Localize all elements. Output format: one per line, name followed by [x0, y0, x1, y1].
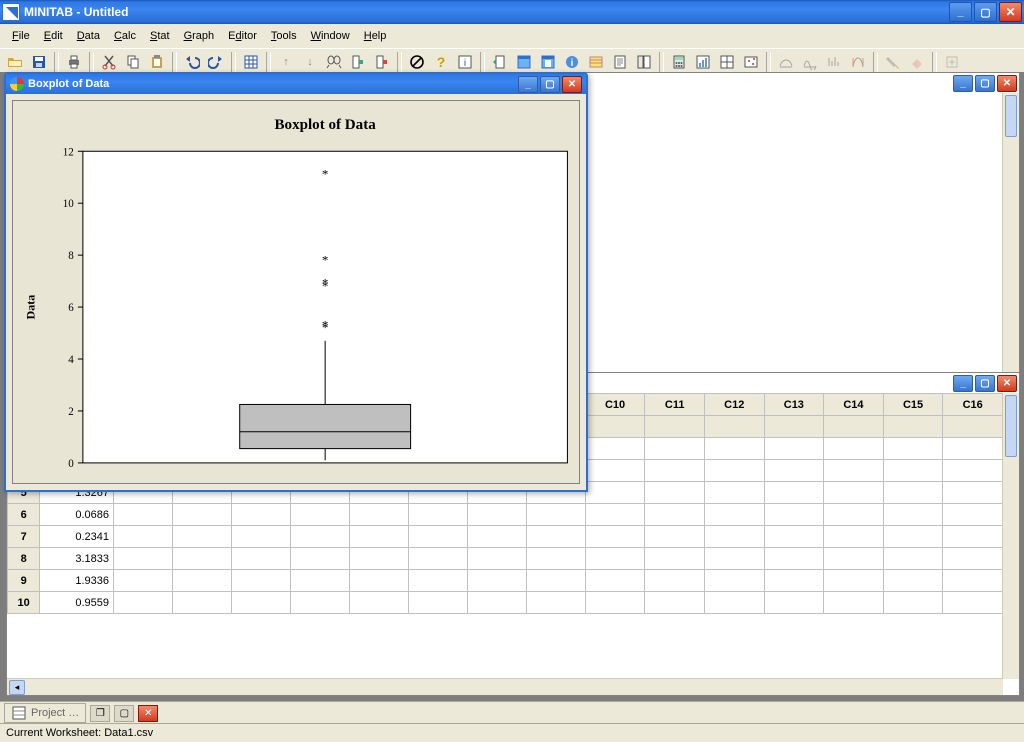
- svg-text:*: *: [322, 317, 329, 332]
- redo-icon[interactable]: [205, 51, 227, 73]
- boxplot-minimize-button[interactable]: _: [518, 76, 538, 93]
- worksheet-close-button[interactable]: ✕: [997, 375, 1017, 392]
- app-icon: [2, 3, 20, 21]
- worksheet-vertical-scrollbar[interactable]: [1002, 393, 1019, 679]
- info-icon[interactable]: i: [454, 51, 476, 73]
- app-window: MINITAB - Untitled _ ▢ ✕ File Edit Data …: [0, 0, 1024, 742]
- info-window-icon[interactable]: i: [561, 51, 583, 73]
- svg-text:8: 8: [68, 250, 74, 262]
- mdi-workspace: _ ▢ ✕ ▸ _ ▢ ✕ C10C11C12C13C14C15C16340.3…: [0, 72, 1024, 702]
- svg-text:10: 10: [63, 198, 75, 210]
- cut-icon[interactable]: [98, 51, 120, 73]
- project-taskbar: Project … ❐ ▢ ✕: [0, 701, 1024, 724]
- open-icon[interactable]: [4, 51, 26, 73]
- menu-window[interactable]: Window: [305, 29, 356, 43]
- next-icon[interactable]: ↓: [299, 51, 321, 73]
- svg-text:*: *: [322, 252, 329, 267]
- cap-icon[interactable]: [847, 51, 869, 73]
- graph-window-icon[interactable]: [692, 51, 714, 73]
- svg-text:2: 2: [68, 406, 74, 418]
- paint-icon[interactable]: [882, 51, 904, 73]
- status-bar: Current Worksheet: Data1.csv: [0, 723, 1024, 742]
- find-icon[interactable]: [323, 51, 345, 73]
- prev-icon[interactable]: ↑: [275, 51, 297, 73]
- svg-text:12: 12: [63, 146, 74, 158]
- worksheet-minimize-button[interactable]: _: [953, 375, 973, 392]
- session-vertical-scrollbar[interactable]: [1002, 93, 1019, 383]
- menu-data[interactable]: Data: [71, 29, 106, 43]
- add-icon[interactable]: [941, 51, 963, 73]
- menu-graph[interactable]: Graph: [178, 29, 221, 43]
- graph-window-icon: [10, 77, 24, 91]
- session-icon[interactable]: [513, 51, 535, 73]
- undo-icon[interactable]: [181, 51, 203, 73]
- print-icon[interactable]: [63, 51, 85, 73]
- project-manager-label: Project …: [31, 707, 79, 719]
- svg-text:4: 4: [68, 354, 74, 366]
- window-title: MINITAB - Untitled: [24, 5, 128, 19]
- menu-file[interactable]: File: [6, 29, 36, 43]
- delete-icon[interactable]: [371, 51, 393, 73]
- session-minimize-button[interactable]: _: [953, 75, 973, 92]
- menu-tools[interactable]: Tools: [265, 29, 303, 43]
- eraser-icon[interactable]: [906, 51, 928, 73]
- boxplot-canvas[interactable]: Boxplot of DataData024681012******: [12, 100, 580, 484]
- worksheet-icon[interactable]: [240, 51, 262, 73]
- menu-help[interactable]: Help: [358, 29, 393, 43]
- project-restore-button[interactable]: ❐: [90, 705, 110, 722]
- svg-text:6: 6: [68, 302, 74, 314]
- help-icon[interactable]: ?: [430, 51, 452, 73]
- cancel-icon[interactable]: [406, 51, 428, 73]
- save-icon[interactable]: [28, 51, 50, 73]
- boxplot-title-bar[interactable]: Boxplot of Data _ ▢ ✕: [6, 74, 586, 94]
- title-bar[interactable]: MINITAB - Untitled _ ▢ ✕: [0, 0, 1024, 24]
- project-manager-icon[interactable]: [633, 51, 655, 73]
- reportpad-icon[interactable]: [609, 51, 631, 73]
- svg-text:0: 0: [68, 458, 74, 470]
- svg-text:*: *: [322, 167, 329, 182]
- svg-text:Boxplot of Data: Boxplot of Data: [275, 117, 377, 133]
- spec-icon[interactable]: [823, 51, 845, 73]
- svg-text:i: i: [571, 58, 574, 69]
- status-text: Current Worksheet: Data1.csv: [6, 727, 153, 739]
- worksheet-maximize-button[interactable]: ▢: [975, 375, 995, 392]
- calc-icon[interactable]: [668, 51, 690, 73]
- session-maximize-button[interactable]: ▢: [975, 75, 995, 92]
- boxplot-maximize-button[interactable]: ▢: [540, 76, 560, 93]
- minimize-button[interactable]: _: [949, 2, 972, 22]
- insert-icon[interactable]: [347, 51, 369, 73]
- svg-text:*: *: [322, 276, 329, 291]
- svg-text:i: i: [464, 58, 466, 69]
- project-maximize-button[interactable]: ▢: [114, 705, 134, 722]
- norm-icon[interactable]: [799, 51, 821, 73]
- data-window-icon[interactable]: [537, 51, 559, 73]
- menu-bar: File Edit Data Calc Stat Graph Editor To…: [0, 24, 1024, 48]
- project-close-button[interactable]: ✕: [138, 705, 158, 722]
- run-last-icon[interactable]: [489, 51, 511, 73]
- copy-icon[interactable]: [122, 51, 144, 73]
- worksheet-horizontal-scrollbar[interactable]: ◂: [7, 678, 1003, 695]
- paste-icon[interactable]: [146, 51, 168, 73]
- menu-edit[interactable]: Edit: [38, 29, 69, 43]
- menu-editor[interactable]: Editor: [222, 29, 263, 43]
- session-close-button[interactable]: ✕: [997, 75, 1017, 92]
- svg-text:Data: Data: [24, 295, 38, 320]
- boxplot-window[interactable]: Boxplot of Data _ ▢ ✕ Boxplot of Data Dat…: [4, 72, 588, 492]
- boxplot-window-title: Boxplot of Data: [28, 78, 109, 90]
- boxplot-close-button[interactable]: ✕: [562, 76, 582, 93]
- history-icon[interactable]: [585, 51, 607, 73]
- menu-calc[interactable]: Calc: [108, 29, 142, 43]
- menu-stat[interactable]: Stat: [144, 29, 176, 43]
- project-manager-button[interactable]: Project …: [4, 703, 86, 723]
- layout-icon[interactable]: [716, 51, 738, 73]
- brush-icon[interactable]: [740, 51, 762, 73]
- close-button[interactable]: ✕: [999, 2, 1022, 22]
- dist-icon[interactable]: [775, 51, 797, 73]
- maximize-button[interactable]: ▢: [974, 2, 997, 22]
